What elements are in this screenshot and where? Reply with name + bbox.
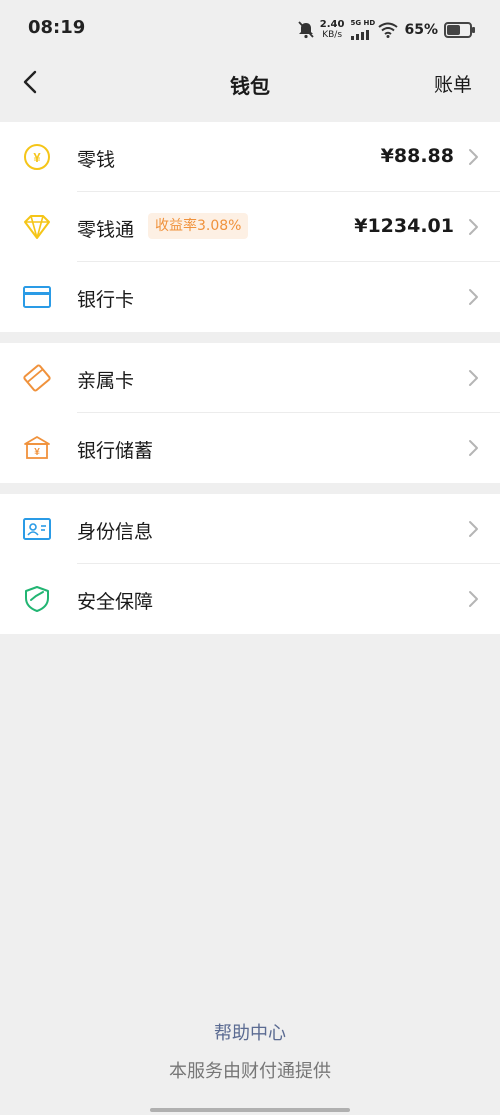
net-speed-value: 2.40 [319, 19, 345, 30]
wallet-group-security: 身份信息 安全保障 [0, 494, 500, 634]
row-change[interactable]: ¥ 零钱 ¥88.88 [0, 122, 500, 192]
nav-bar: 钱包 账单 [0, 58, 500, 108]
chevron-right-icon [469, 440, 478, 456]
bank-building-icon: ¥ [24, 436, 50, 459]
battery-percent: 65% [404, 22, 438, 38]
status-time: 08:19 [28, 17, 86, 38]
signal-icon [351, 30, 370, 40]
chevron-right-icon [469, 149, 478, 165]
chevron-right-icon [469, 219, 478, 235]
page-title: 钱包 [230, 74, 270, 98]
row-label: 身份信息 [77, 521, 154, 543]
row-label: 安全保障 [77, 591, 154, 613]
net-speed-unit: KB/s [322, 30, 343, 40]
row-label: 银行储蓄 [77, 440, 154, 462]
row-label: 亲属卡 [77, 370, 135, 392]
status-bar: 08:19 2.40 KB/s 5G HD 65% [0, 0, 500, 58]
wifi-icon [378, 22, 399, 38]
balance-value: ¥88.88 [380, 145, 454, 167]
balance-value: ¥1234.01 [354, 215, 454, 237]
bill-button[interactable]: 账单 [434, 70, 472, 97]
status-icons: 2.40 KB/s 5G HD 65% [298, 18, 475, 42]
row-identity-info[interactable]: 身份信息 [0, 494, 500, 564]
provider-note: 本服务由财付通提供 [169, 1061, 331, 1082]
shield-icon [25, 586, 49, 612]
chevron-right-icon [469, 289, 478, 305]
row-bank-card[interactable]: 银行卡 [0, 262, 500, 332]
net-speed: 2.40 KB/s [319, 19, 345, 41]
bell-muted-icon [298, 21, 314, 39]
row-label: 零钱 [77, 149, 116, 171]
coin-yen-icon: ¥ [24, 144, 50, 170]
network-type: 5G HD [350, 19, 376, 27]
chevron-right-icon [469, 591, 478, 607]
help-center-link[interactable]: 帮助中心 [0, 1019, 500, 1045]
home-indicator[interactable] [150, 1108, 350, 1112]
diamond-icon [24, 215, 50, 239]
bank-card-icon [23, 286, 51, 308]
id-card-icon [23, 518, 51, 540]
row-label: 零钱通 [77, 219, 135, 241]
battery-icon [444, 22, 475, 38]
row-label: 银行卡 [77, 289, 135, 311]
chevron-right-icon [469, 370, 478, 386]
svg-text:¥: ¥ [33, 150, 41, 165]
family-card-icon [23, 364, 51, 392]
wallet-group-funds: ¥ 零钱 ¥88.88 零钱通 收益率3.08% ¥1234.01 银行卡 [0, 122, 500, 332]
wallet-group-family: 亲属卡 ¥ 银行储蓄 [0, 343, 500, 483]
svg-text:¥: ¥ [34, 447, 40, 458]
cellular-signal: 5G HD [350, 19, 376, 41]
row-family-card[interactable]: 亲属卡 [0, 343, 500, 413]
row-lingqiantong[interactable]: 零钱通 收益率3.08% ¥1234.01 [0, 192, 500, 262]
row-bank-savings[interactable]: ¥ 银行储蓄 [0, 413, 500, 483]
row-security[interactable]: 安全保障 [0, 564, 500, 634]
chevron-right-icon [469, 521, 478, 537]
yield-rate-badge: 收益率3.08% [148, 213, 249, 239]
